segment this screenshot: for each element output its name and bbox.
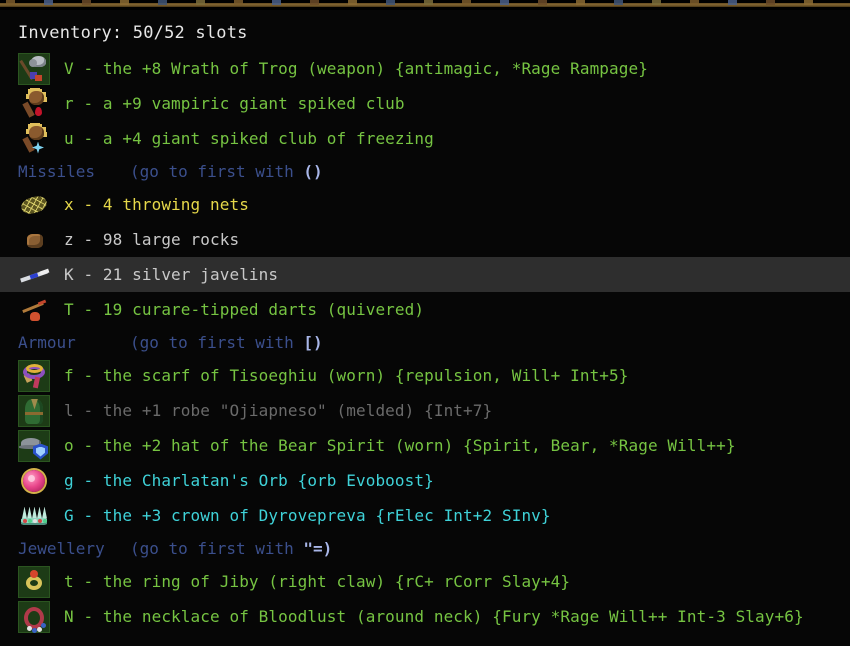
inventory-item-row[interactable]: o - the +2 hat of the Bear Spirit (worn)…: [0, 428, 850, 463]
robe-icon[interactable]: [18, 394, 50, 427]
inventory-item-row[interactable]: z - 98 large rocks: [0, 222, 850, 257]
map-tile-blip: [386, 0, 395, 5]
inventory-item-row[interactable]: N - the necklace of Bloodlust (around ne…: [0, 599, 850, 634]
large-rock-icon[interactable]: [18, 224, 50, 256]
game-screen: Inventory: 50/52 slots V - the +8 Wrath …: [0, 0, 850, 646]
map-tile-blip: [424, 0, 433, 5]
inventory-item-label: r - a +9 vampiric giant spiked club: [64, 93, 405, 113]
throwing-net-icon[interactable]: [18, 189, 50, 221]
map-tile-blip: [690, 0, 699, 5]
map-tile-blip: [6, 0, 15, 5]
inventory-item-label: t - the ring of Jiby (right claw) {rC+ r…: [64, 571, 571, 591]
inventory-rows: V - the +8 Wrath of Trog (weapon) {antim…: [0, 51, 850, 634]
inventory-item-label: N - the necklace of Bloodlust (around ne…: [64, 606, 804, 626]
map-tile-blip: [728, 0, 737, 5]
map-tile-blip: [538, 0, 547, 5]
section-header-armour: Armour (go to first with [): [0, 327, 850, 358]
section-header-jewellery: Jewellery (go to first with "=): [0, 533, 850, 564]
silver-javelin-icon[interactable]: [18, 259, 50, 291]
crown-icon[interactable]: [18, 500, 50, 532]
inventory-item-label: z - 98 large rocks: [64, 229, 240, 249]
inventory-panel[interactable]: Inventory: 50/52 slots V - the +8 Wrath …: [0, 10, 850, 646]
map-tile-blip: [576, 0, 585, 5]
section-header-key[interactable]: (): [303, 162, 322, 181]
scarf-icon[interactable]: [18, 359, 50, 392]
map-tile-blip: [234, 0, 243, 5]
inventory-item-label: f - the scarf of Tisoeghiu (worn) {repul…: [64, 365, 629, 385]
inventory-item-label: K - 21 silver javelins: [64, 264, 279, 284]
spiked-club-vampiric-icon[interactable]: [18, 87, 50, 120]
inventory-item-label: G - the +3 crown of Dyrovepreva {rElec I…: [64, 505, 551, 525]
section-header-key[interactable]: [): [303, 333, 322, 352]
inventory-item-row[interactable]: f - the scarf of Tisoeghiu (worn) {repul…: [0, 358, 850, 393]
inventory-item-row[interactable]: t - the ring of Jiby (right claw) {rC+ r…: [0, 564, 850, 599]
map-tile-blip: [462, 0, 471, 5]
inventory-item-label: T - 19 curare-tipped darts (quivered): [64, 299, 425, 319]
orb-icon[interactable]: [18, 465, 50, 497]
map-tile-blip: [120, 0, 129, 5]
inventory-item-row[interactable]: G - the +3 crown of Dyrovepreva {rElec I…: [0, 498, 850, 533]
map-tile-blip: [652, 0, 661, 5]
map-tile-blip: [82, 0, 91, 5]
map-tile-blip: [766, 0, 775, 5]
inventory-item-label: V - the +8 Wrath of Trog (weapon) {antim…: [64, 58, 648, 78]
hat-icon[interactable]: [18, 429, 50, 462]
inventory-item-label: g - the Charlatan's Orb {orb Evoboost}: [64, 470, 434, 490]
spiked-club-freezing-icon[interactable]: [18, 122, 50, 155]
map-tile-blip: [614, 0, 623, 5]
dungeon-map-sliver: [0, 0, 850, 10]
battleaxe-icon[interactable]: [18, 52, 50, 85]
map-tile-blip: [44, 0, 53, 5]
inventory-item-label: u - a +4 giant spiked club of freezing: [64, 128, 434, 148]
section-header-key[interactable]: "=): [303, 539, 332, 558]
inventory-item-label: l - the +1 robe "Ojiapneso" (melded) {In…: [64, 400, 493, 420]
inventory-item-row[interactable]: r - a +9 vampiric giant spiked club: [0, 86, 850, 121]
map-tile-blip: [272, 0, 281, 5]
map-tile-blip: [500, 0, 509, 5]
inventory-item-row[interactable]: K - 21 silver javelins: [0, 257, 850, 292]
section-header-missiles: Missiles (go to first with (): [0, 156, 850, 187]
section-header-label: Armour: [18, 333, 76, 352]
section-header-label: Missiles: [18, 162, 96, 181]
inventory-title: Inventory: 50/52 slots: [18, 23, 248, 43]
section-header-hint: (go to first with: [130, 539, 304, 558]
map-tile-blip: [804, 0, 813, 5]
inventory-item-row[interactable]: u - a +4 giant spiked club of freezing: [0, 121, 850, 156]
inventory-item-label: x - 4 throwing nets: [64, 194, 249, 214]
inventory-item-row[interactable]: l - the +1 robe "Ojiapneso" (melded) {In…: [0, 393, 850, 428]
ring-icon[interactable]: [18, 565, 50, 598]
necklace-icon[interactable]: [18, 600, 50, 633]
inventory-item-row[interactable]: g - the Charlatan's Orb {orb Evoboost}: [0, 463, 850, 498]
inventory-item-row[interactable]: T - 19 curare-tipped darts (quivered): [0, 292, 850, 327]
map-tile-blip: [310, 0, 319, 5]
map-tile-blip: [348, 0, 357, 5]
section-header-label: Jewellery: [18, 539, 105, 558]
inventory-item-row[interactable]: V - the +8 Wrath of Trog (weapon) {antim…: [0, 51, 850, 86]
section-header-hint: (go to first with: [130, 162, 304, 181]
inventory-item-row[interactable]: x - 4 throwing nets: [0, 187, 850, 222]
curare-dart-icon[interactable]: [18, 294, 50, 326]
inventory-item-label: o - the +2 hat of the Bear Spirit (worn)…: [64, 435, 736, 455]
map-tile-blip: [158, 0, 167, 5]
section-header-hint: (go to first with: [130, 333, 304, 352]
map-tile-blip: [196, 0, 205, 5]
